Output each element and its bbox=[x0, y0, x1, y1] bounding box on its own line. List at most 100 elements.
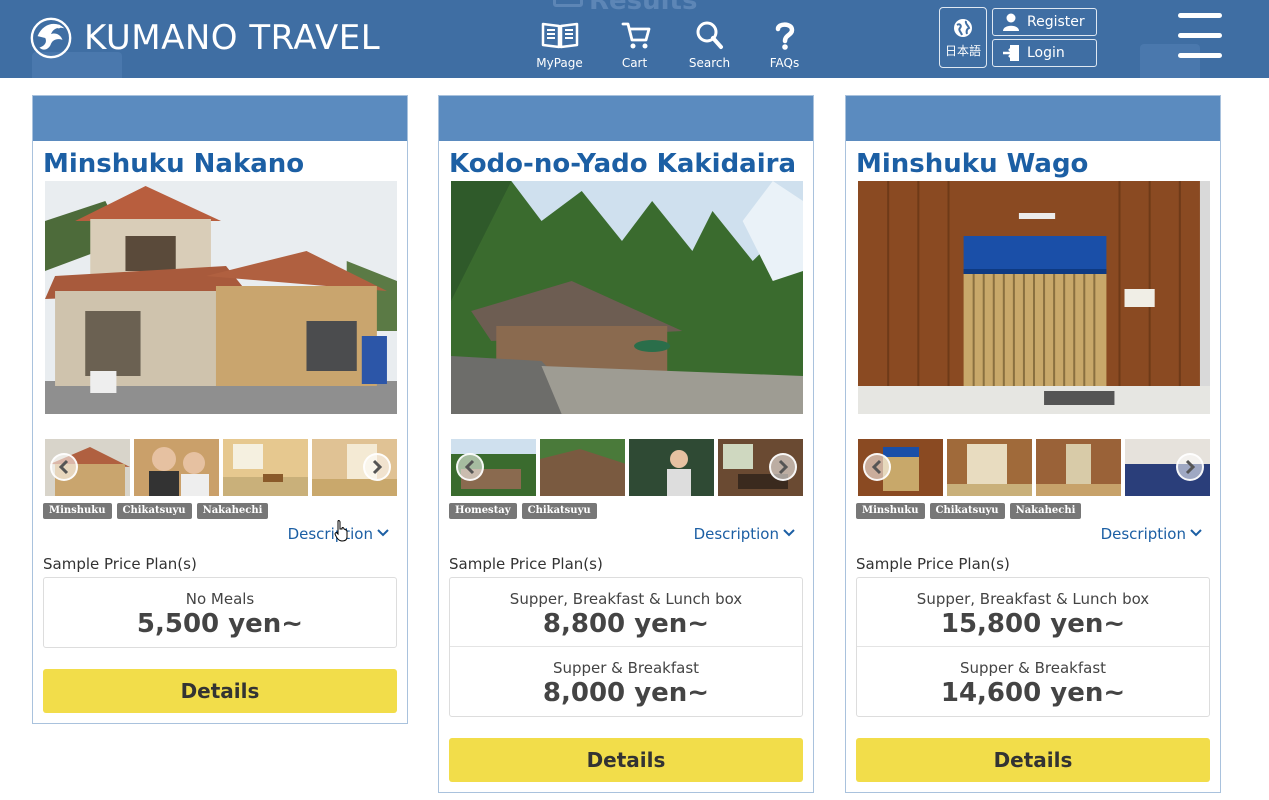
carousel-next-button[interactable] bbox=[769, 453, 797, 481]
chevron-left-icon bbox=[464, 459, 475, 475]
forest-house-photo bbox=[451, 181, 803, 414]
details-button[interactable]: Details bbox=[449, 738, 803, 782]
plan-name: Supper & Breakfast bbox=[552, 659, 700, 677]
nav-mypage[interactable]: MyPage bbox=[522, 20, 597, 72]
tag: Nakahechi bbox=[1009, 503, 1082, 519]
thumbnail[interactable] bbox=[134, 439, 219, 496]
globe-icon bbox=[954, 18, 972, 37]
crane-logo-icon bbox=[30, 17, 72, 59]
chevron-left-icon bbox=[871, 459, 882, 475]
accommodation-card: Minshuku Wago Minshuku Chikatsuyu Nakahe… bbox=[845, 95, 1221, 793]
chevron-right-icon bbox=[372, 459, 383, 475]
plan-name: Supper, Breakfast & Lunch box bbox=[509, 590, 743, 608]
main-nav: MyPage Cart Search FAQs bbox=[522, 20, 822, 72]
chevron-left-icon bbox=[58, 459, 69, 475]
tag-list: Minshuku Chikatsuyu Nakahechi bbox=[846, 496, 1220, 525]
description-toggle[interactable]: Description bbox=[33, 525, 407, 555]
thumbnail[interactable] bbox=[223, 439, 308, 496]
carousel-prev-button[interactable] bbox=[456, 453, 484, 481]
book-icon bbox=[541, 22, 578, 49]
price-plan: No Meals 5,500 yen~ bbox=[44, 578, 396, 647]
carousel-prev-button[interactable] bbox=[863, 453, 891, 481]
cart-icon bbox=[621, 22, 650, 49]
hand-cursor-icon bbox=[334, 520, 348, 542]
price-plan: Supper, Breakfast & Lunch box 8,800 yen~ bbox=[450, 578, 802, 647]
tag: Chikatsuyu bbox=[521, 503, 597, 519]
price-plans: Supper, Breakfast & Lunch box 15,800 yen… bbox=[856, 577, 1210, 717]
tag-list: Homestay Chikatsuyu bbox=[439, 496, 813, 525]
nav-cart[interactable]: Cart bbox=[597, 20, 672, 72]
price-plans: No Meals 5,500 yen~ bbox=[43, 577, 397, 648]
plan-price: 8,000 yen~ bbox=[542, 678, 710, 708]
price-plans: Supper, Breakfast & Lunch box 8,800 yen~… bbox=[449, 577, 803, 717]
tag: Nakahechi bbox=[196, 503, 269, 519]
accommodation-card: Kodo-no-Yado Kakidaira Homestay Chikatsu… bbox=[438, 95, 814, 793]
card-title[interactable]: Minshuku Wago bbox=[846, 141, 1220, 181]
sample-price-label: Sample Price Plan(s) bbox=[856, 555, 1010, 573]
thumbnail[interactable] bbox=[947, 439, 1032, 496]
plan-price: 5,500 yen~ bbox=[136, 609, 304, 639]
tag: Minshuku bbox=[43, 503, 112, 519]
sample-price-label: Sample Price Plan(s) bbox=[449, 555, 603, 573]
carousel-next-button[interactable] bbox=[1176, 453, 1204, 481]
tag: Chikatsuyu bbox=[116, 503, 192, 519]
chevron-right-icon bbox=[778, 459, 789, 475]
login-icon bbox=[1003, 45, 1019, 61]
chevron-down-icon bbox=[783, 529, 795, 537]
plan-name: Supper & Breakfast bbox=[959, 659, 1107, 677]
thumbnail-carousel bbox=[45, 439, 397, 496]
card-header-bar bbox=[33, 96, 407, 141]
search-icon bbox=[696, 21, 723, 49]
site-header: Results KUMANO TRAVEL MyPage Cart Search… bbox=[0, 0, 1269, 78]
chevron-down-icon bbox=[1190, 529, 1202, 537]
thumbnail[interactable] bbox=[1036, 439, 1121, 496]
price-plan: Supper & Breakfast 8,000 yen~ bbox=[450, 647, 802, 716]
description-toggle[interactable]: Description bbox=[846, 525, 1220, 555]
card-header-bar bbox=[439, 96, 813, 141]
thumbnail[interactable] bbox=[540, 439, 625, 496]
site-logo[interactable]: KUMANO TRAVEL bbox=[28, 14, 380, 62]
nav-faqs[interactable]: FAQs bbox=[747, 20, 822, 72]
thumbnail[interactable] bbox=[629, 439, 714, 496]
sample-price-label: Sample Price Plan(s) bbox=[43, 555, 197, 573]
brand-name: KUMANO TRAVEL bbox=[84, 18, 381, 58]
plan-price: 15,800 yen~ bbox=[940, 609, 1126, 639]
thumbnail-carousel bbox=[858, 439, 1210, 496]
thumbnail-carousel bbox=[451, 439, 803, 496]
plan-name: No Meals bbox=[185, 590, 255, 608]
details-button[interactable]: Details bbox=[856, 738, 1210, 782]
main-photo[interactable] bbox=[45, 181, 397, 414]
card-title[interactable]: Kodo-no-Yado Kakidaira bbox=[439, 141, 813, 181]
chevron-right-icon bbox=[1185, 459, 1196, 475]
menu-button[interactable] bbox=[1178, 13, 1222, 59]
carousel-next-button[interactable] bbox=[363, 453, 391, 481]
tag: Homestay bbox=[449, 503, 517, 519]
price-plan: Supper & Breakfast 14,600 yen~ bbox=[857, 647, 1209, 716]
house-photo bbox=[45, 181, 397, 414]
description-toggle[interactable]: Description bbox=[439, 525, 813, 555]
question-icon bbox=[775, 22, 794, 50]
nav-search[interactable]: Search bbox=[672, 20, 747, 72]
storefront-photo bbox=[858, 181, 1210, 414]
card-header-bar bbox=[846, 96, 1220, 141]
hamburger-icon bbox=[1178, 13, 1222, 18]
accommodation-card: Minshuku Nakano Minshuku Chikatsuyu Naka… bbox=[32, 95, 408, 724]
main-photo[interactable] bbox=[451, 181, 803, 414]
register-button[interactable]: Register bbox=[992, 8, 1097, 36]
tag: Minshuku bbox=[856, 503, 925, 519]
tag-list: Minshuku Chikatsuyu Nakahechi bbox=[33, 496, 407, 525]
login-button[interactable]: Login bbox=[992, 39, 1097, 67]
details-button[interactable]: Details bbox=[43, 669, 397, 713]
card-title[interactable]: Minshuku Nakano bbox=[33, 141, 407, 181]
price-plan: Supper, Breakfast & Lunch box 15,800 yen… bbox=[857, 578, 1209, 647]
carousel-prev-button[interactable] bbox=[50, 453, 78, 481]
plan-price: 14,600 yen~ bbox=[940, 678, 1126, 708]
tag: Chikatsuyu bbox=[929, 503, 1005, 519]
results-heading: Results bbox=[553, 0, 697, 16]
main-photo[interactable] bbox=[858, 181, 1210, 414]
plan-price: 8,800 yen~ bbox=[542, 609, 710, 639]
user-icon bbox=[1003, 13, 1019, 31]
plan-name: Supper, Breakfast & Lunch box bbox=[916, 590, 1150, 608]
language-switch[interactable]: 日本語 bbox=[939, 7, 987, 68]
chevron-down-icon bbox=[377, 529, 389, 537]
